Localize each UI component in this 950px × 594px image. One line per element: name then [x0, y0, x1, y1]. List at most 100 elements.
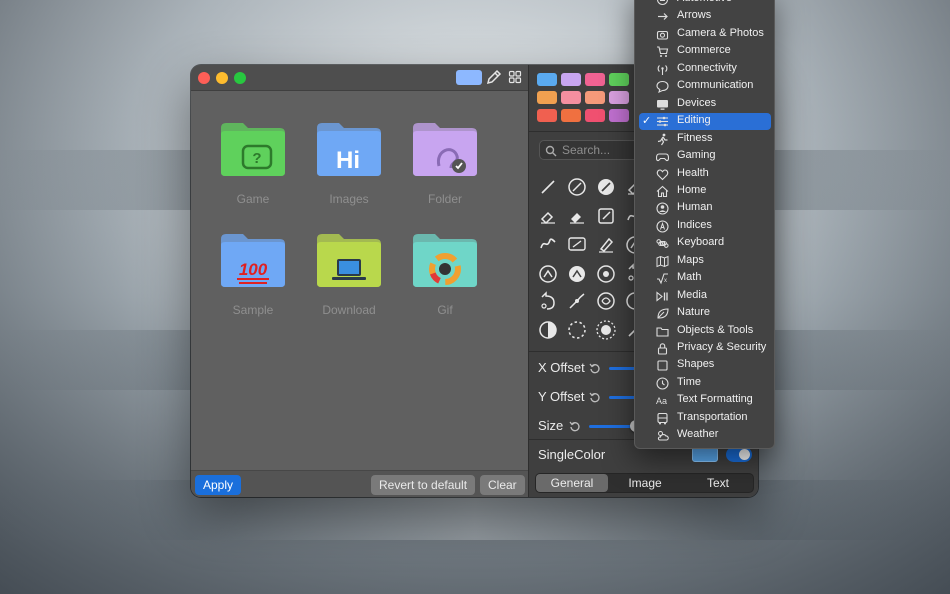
- palette-swatch[interactable]: [609, 109, 629, 122]
- close-button[interactable]: [198, 72, 210, 84]
- symbol-icon[interactable]: [594, 261, 618, 285]
- symbol-icon[interactable]: [565, 289, 589, 313]
- palette-swatch[interactable]: [537, 109, 557, 122]
- menu-item-connectivity[interactable]: Connectivity: [639, 61, 771, 78]
- tab-general[interactable]: General: [536, 474, 608, 492]
- folder-item[interactable]: Hi Images: [305, 120, 393, 206]
- folder-icon: [413, 123, 477, 176]
- menu-item-gaming[interactable]: Gaming: [639, 148, 771, 165]
- palette-swatch[interactable]: [609, 73, 629, 86]
- menu-item-transportation[interactable]: Transportation: [639, 410, 771, 427]
- menu-item-weather[interactable]: Weather: [639, 427, 771, 444]
- menu-item-time[interactable]: Time: [639, 375, 771, 392]
- symbol-icon[interactable]: [536, 232, 560, 256]
- symbol-icon[interactable]: [536, 289, 560, 313]
- menu-item-label: Human: [677, 201, 713, 214]
- menu-item-automotive[interactable]: Automotive: [639, 0, 771, 8]
- map-icon: [656, 255, 669, 268]
- command-icon: [656, 237, 669, 250]
- palette-swatch[interactable]: [537, 73, 557, 86]
- reset-icon[interactable]: [589, 361, 601, 374]
- menu-item-health[interactable]: Health: [639, 166, 771, 183]
- folder-label: Game: [236, 192, 270, 206]
- menu-item-home[interactable]: Home: [639, 183, 771, 200]
- menu-item-indices[interactable]: Indices: [639, 218, 771, 235]
- menu-item-label: Home: [677, 183, 707, 196]
- menu-item-label: Maps: [677, 253, 704, 266]
- menu-item-label: Media: [677, 288, 707, 301]
- color-well[interactable]: [456, 70, 482, 85]
- folder-item[interactable]: Folder: [401, 120, 489, 206]
- svg-text:x: x: [664, 278, 667, 284]
- menu-item-commerce[interactable]: Commerce: [639, 43, 771, 60]
- menu-item-label: Gaming: [677, 149, 716, 162]
- palette-swatch[interactable]: [609, 91, 629, 104]
- menu-item-label: Health: [677, 166, 709, 179]
- svg-text:Aa: Aa: [656, 396, 667, 406]
- menu-item-shapes[interactable]: Shapes: [639, 357, 771, 374]
- menu-item-maps[interactable]: Maps: [639, 253, 771, 270]
- symbol-icon[interactable]: [594, 232, 618, 256]
- symbol-icon[interactable]: [594, 204, 618, 228]
- minimize-button[interactable]: [216, 72, 228, 84]
- symbol-icon[interactable]: [536, 261, 560, 285]
- symbol-icon[interactable]: [565, 232, 589, 256]
- palette-swatch[interactable]: [561, 91, 581, 104]
- folder-item[interactable]: Gif: [401, 231, 489, 317]
- symbol-icon[interactable]: [594, 318, 618, 342]
- tab-text[interactable]: Text: [682, 474, 754, 492]
- menu-item-arrows[interactable]: Arrows: [639, 8, 771, 25]
- textformat-icon: Aa: [656, 394, 669, 407]
- palette-swatch[interactable]: [537, 91, 557, 104]
- single-color-toggle[interactable]: [726, 447, 752, 462]
- palette-swatch[interactable]: [585, 73, 605, 86]
- menu-item-nature[interactable]: Nature: [639, 305, 771, 322]
- clear-button[interactable]: Clear: [480, 475, 525, 495]
- palette-swatch[interactable]: [561, 109, 581, 122]
- folder-item[interactable]: Download: [305, 231, 393, 317]
- folder-item[interactable]: ? Game: [209, 120, 297, 206]
- menu-item-label: Transportation: [677, 410, 748, 423]
- tab-image[interactable]: Image: [609, 474, 681, 492]
- menu-item-keyboard[interactable]: Keyboard: [639, 235, 771, 252]
- folder-item[interactable]: 100 Sample: [209, 231, 297, 317]
- symbol-icon[interactable]: [536, 204, 560, 228]
- grid-icon[interactable]: [507, 69, 523, 85]
- symbol-icon[interactable]: [565, 261, 589, 285]
- menu-item-label: Indices: [677, 218, 712, 231]
- palette-swatch[interactable]: [561, 73, 581, 86]
- palette-swatch[interactable]: [585, 91, 605, 104]
- revert-to-default-button[interactable]: Revert to default: [371, 475, 476, 495]
- cloud-sun-icon: [656, 429, 669, 442]
- symbol-icon[interactable]: [536, 318, 560, 342]
- menu-item-communication[interactable]: Communication: [639, 78, 771, 95]
- menu-item-editing[interactable]: ✓ Editing: [639, 113, 771, 131]
- menu-item-label: Keyboard: [677, 236, 725, 249]
- reset-icon[interactable]: [569, 419, 581, 432]
- symbol-icon[interactable]: [565, 318, 589, 342]
- folder-label: Images: [329, 192, 369, 206]
- symbol-icon[interactable]: [594, 175, 618, 199]
- menu-item-label: Arrows: [677, 9, 712, 22]
- reset-icon[interactable]: [589, 390, 601, 403]
- zoom-button[interactable]: [234, 72, 246, 84]
- eyedropper-icon[interactable]: [486, 69, 502, 85]
- palette-swatch[interactable]: [585, 109, 605, 122]
- menu-item-privacy-security[interactable]: Privacy & Security: [639, 340, 771, 357]
- menu-item-camera-photos[interactable]: Camera & Photos: [639, 26, 771, 43]
- menu-item-text-formatting[interactable]: Aa Text Formatting: [639, 392, 771, 409]
- menu-item-math[interactable]: x Math: [639, 270, 771, 287]
- symbol-icon[interactable]: [565, 204, 589, 228]
- symbol-icon[interactable]: [594, 289, 618, 313]
- symbol-icon[interactable]: [536, 175, 560, 199]
- menu-item-fitness[interactable]: Fitness: [639, 131, 771, 148]
- menu-item-label: Time: [677, 375, 702, 388]
- apply-button[interactable]: Apply: [195, 475, 242, 495]
- symbol-icon[interactable]: [565, 175, 589, 199]
- single-color-well[interactable]: [692, 447, 718, 462]
- menu-item-human[interactable]: Human: [639, 200, 771, 217]
- action-bar: Apply Revert to default Clear: [191, 470, 528, 497]
- menu-item-objects-tools[interactable]: Objects & Tools: [639, 323, 771, 340]
- menu-item-media[interactable]: Media: [639, 288, 771, 305]
- menu-item-devices[interactable]: Devices: [639, 96, 771, 113]
